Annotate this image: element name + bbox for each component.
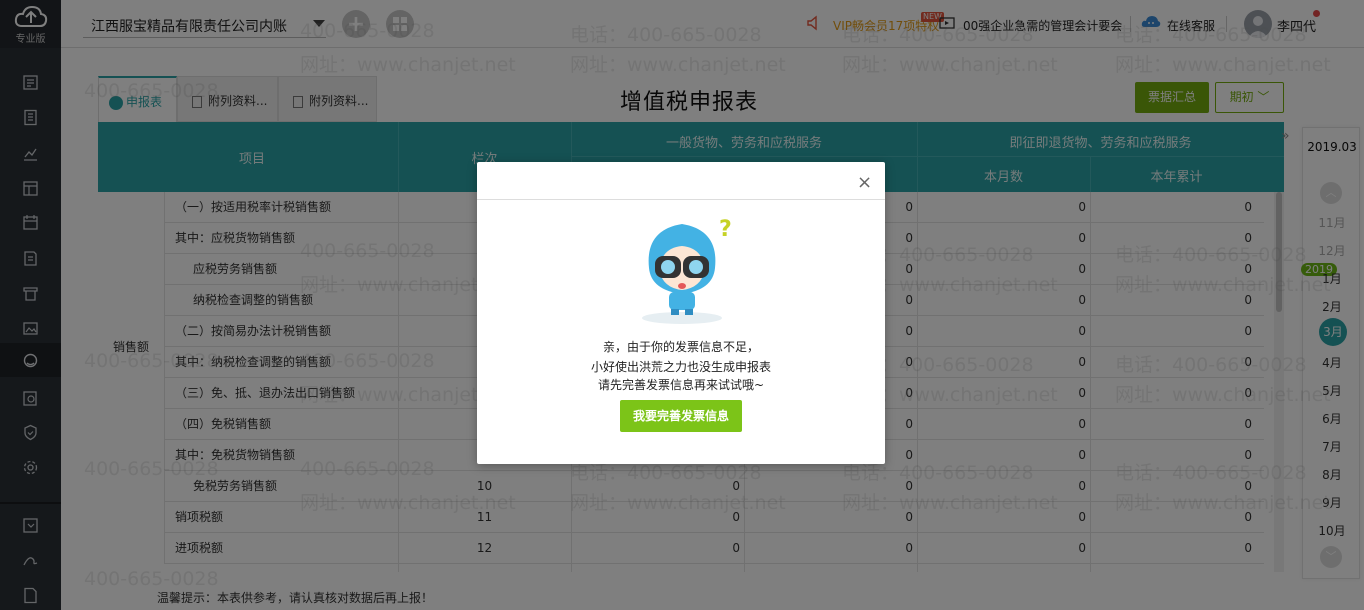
modal-divider — [477, 199, 885, 200]
invoice-info-modal: × ? 亲，由于你的发票信息不足， 小好使出洪荒之力也没生成申报表 请先完善发票… — [477, 162, 885, 464]
close-icon[interactable]: × — [857, 172, 872, 193]
complete-invoice-button[interactable]: 我要完善发票信息 — [620, 400, 742, 432]
modal-message-2: 小好使出洪荒之力也没生成申报表 — [590, 360, 771, 374]
modal-message-3: 请先完善发票信息再来试试哦~ — [597, 378, 765, 392]
modal-message-1: 亲，由于你的发票信息不足， — [602, 340, 759, 354]
mascot-binoculars-icon: ? — [642, 217, 732, 324]
svg-text:?: ? — [719, 217, 732, 242]
app-root: 专业版 江西服宝精品有限责任公司内账 + VIP畅会员17项特权 NEW 00强… — [0, 0, 1364, 610]
